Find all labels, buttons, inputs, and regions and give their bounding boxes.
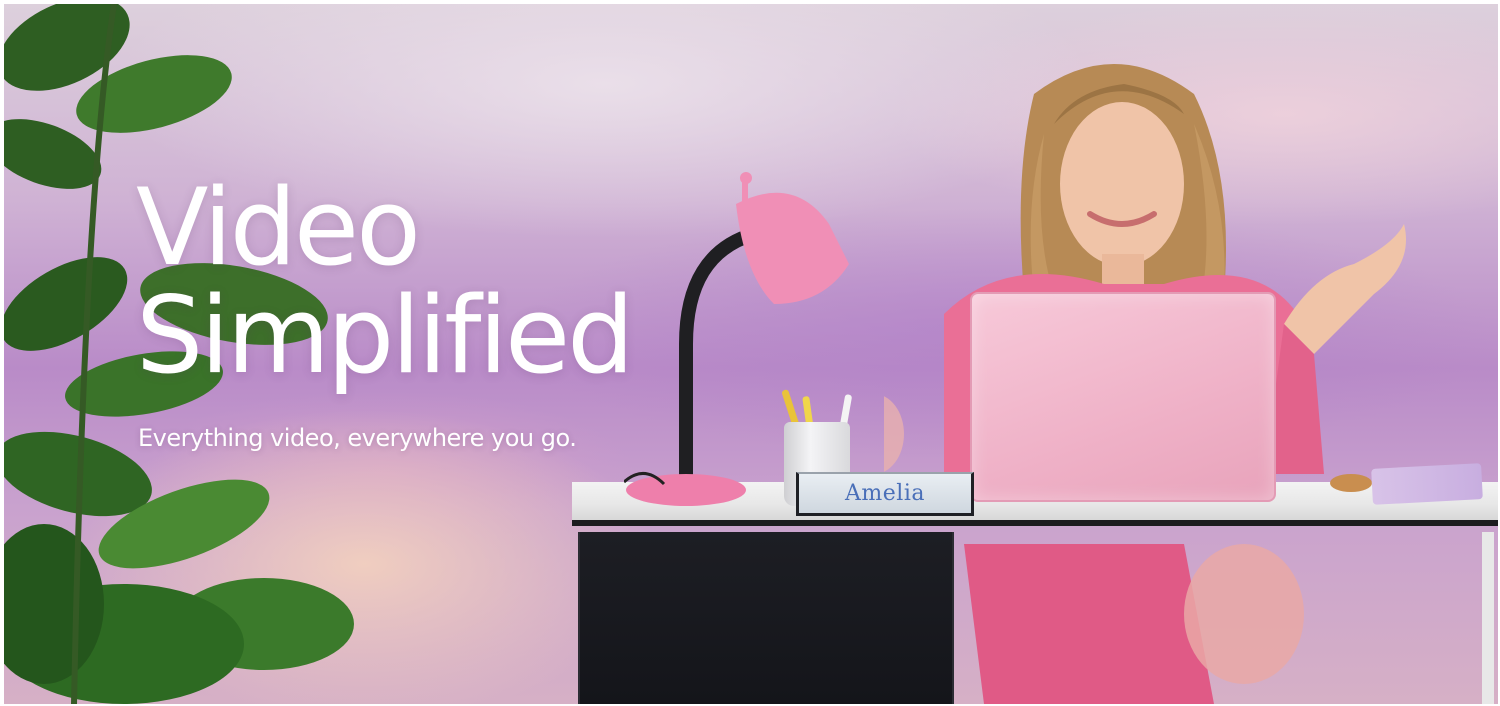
desk-leg — [1482, 532, 1494, 704]
notepad — [1371, 463, 1483, 505]
cookie — [1330, 474, 1372, 492]
headline-line-2: Simplified — [136, 274, 634, 397]
headline-line-1: Video — [136, 166, 421, 289]
hero-banner: Amelia Video Simplified Everything video… — [4, 4, 1498, 704]
hero-tagline: Everything video, everywhere you go. — [138, 424, 577, 452]
nameplate-text: Amelia — [845, 481, 925, 506]
hero-headline: Video Simplified — [136, 174, 696, 390]
nameplate: Amelia — [796, 472, 974, 516]
laptop-illustration — [970, 292, 1276, 502]
